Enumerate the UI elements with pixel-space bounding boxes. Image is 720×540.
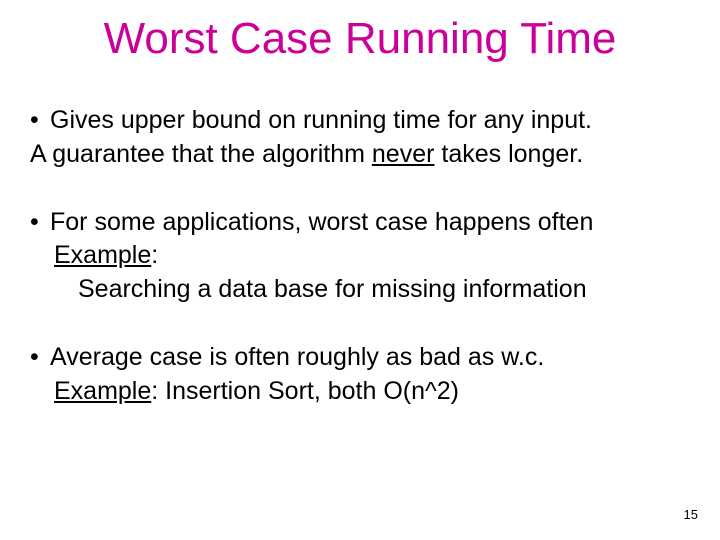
bullet-dot-icon: • (30, 104, 50, 138)
slide: Worst Case Running Time • Gives upper bo… (0, 0, 720, 540)
example-3-line: Example: Insertion Sort, both O(n^2) (30, 375, 690, 409)
example-2-text: Searching a data base for missing inform… (30, 273, 690, 307)
example-3-rest: : Insertion Sort, both O(n^2) (151, 377, 459, 405)
bullet-3-text: Average case is often roughly as bad as … (50, 341, 690, 375)
bullet-2: • For some applications, worst case happ… (30, 206, 690, 240)
bullet-1: • Gives upper bound on running time for … (30, 104, 690, 138)
example-2-word: Example (54, 241, 151, 269)
bullet-dot-icon: • (30, 341, 50, 375)
example-3-word: Example (54, 377, 151, 405)
never-underline: never (372, 140, 435, 168)
bullet-3: • Average case is often roughly as bad a… (30, 341, 690, 375)
slide-body: • Gives upper bound on running time for … (30, 104, 690, 408)
example-2-label: Example: (30, 239, 690, 273)
bullet-1-text: Gives upper bound on running time for an… (50, 104, 690, 138)
bullet-dot-icon: • (30, 206, 50, 240)
guarantee-post: takes longer. (434, 140, 583, 168)
example-2-colon: : (151, 241, 158, 269)
guarantee-pre: A guarantee that the algorithm (30, 140, 372, 168)
slide-title: Worst Case Running Time (0, 14, 720, 64)
page-number: 15 (684, 507, 698, 522)
guarantee-line: A guarantee that the algorithm never tak… (30, 138, 690, 172)
bullet-2-text: For some applications, worst case happen… (50, 206, 690, 240)
